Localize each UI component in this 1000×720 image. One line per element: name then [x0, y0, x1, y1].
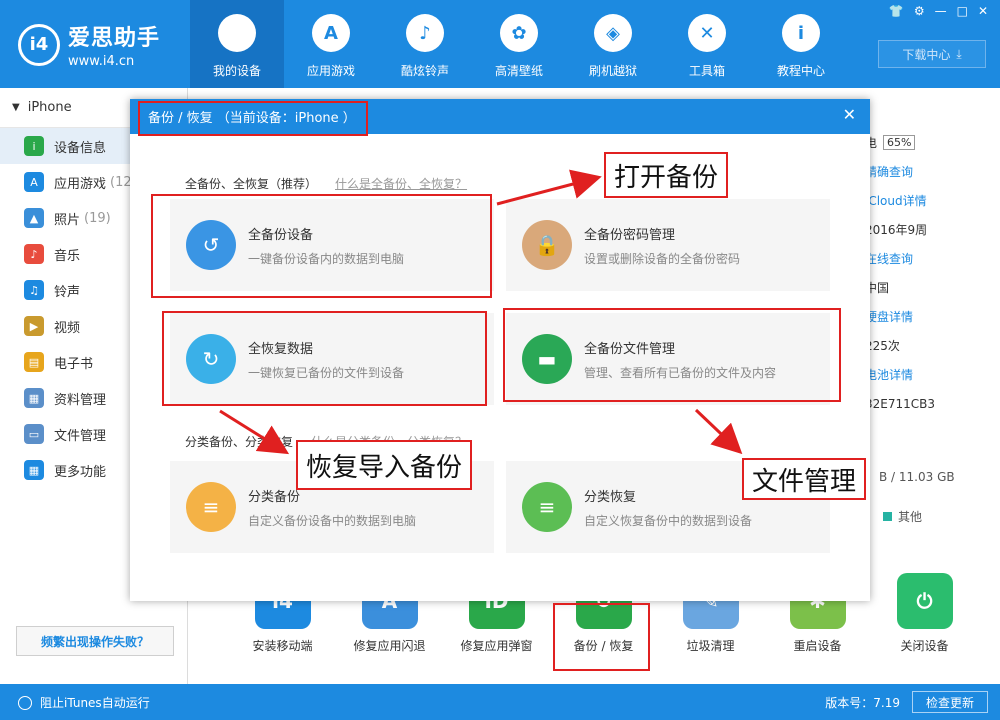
legend-swatch: [883, 512, 892, 521]
tool-button[interactable]: ⏻ 关闭设备: [871, 573, 978, 654]
annotation-box-full-restore: [162, 311, 487, 406]
sidebar-item-icon: ▦: [24, 460, 44, 480]
flower-icon: ✿: [500, 14, 538, 52]
sidebar-item-icon: ♫: [24, 280, 44, 300]
annotation-box-backup-tool: [553, 603, 650, 671]
nav-info[interactable]: i 教程中心: [754, 0, 848, 88]
category-backup-icon: ≡: [186, 482, 236, 532]
card-desc: 自定义恢复备份中的数据到设备: [584, 513, 753, 528]
annotation-restore-import: 恢复导入备份: [296, 440, 473, 490]
check-update-button[interactable]: 检查更新: [912, 691, 988, 713]
box-icon: ◈: [594, 14, 632, 52]
storage-text: B / 11.03 GB: [879, 470, 955, 484]
info-row-value[interactable]: 电池详情: [865, 366, 913, 383]
close-icon[interactable]: ✕: [978, 4, 988, 18]
bell-icon: ♪: [406, 14, 444, 52]
download-icon: ⤓: [956, 46, 962, 61]
apple-icon: [218, 14, 256, 52]
sidebar-item-icon: ▤: [24, 352, 44, 372]
info-row: 电池详情: [865, 360, 983, 389]
block-itunes-toggle[interactable]: 阻止iTunes自动运行: [18, 694, 150, 711]
battery-badge: 65%: [883, 135, 916, 150]
device-info-panel: 电 65% 精确查询 iCloud详情 2016年9周 在线查询中国硬盘详情 225次电…: [865, 128, 983, 418]
info-row-value: 225次: [865, 339, 900, 353]
radio-circle-icon: [18, 695, 32, 710]
info-row-value: 2016年9周: [865, 223, 928, 237]
lock-icon: 🔒: [522, 220, 572, 270]
nav-app-store[interactable]: A 应用游戏: [284, 0, 378, 88]
annotation-open-backup: 打开备份: [604, 152, 729, 198]
app-name: 爱思助手: [68, 26, 161, 51]
app-url: www.i4.cn: [68, 54, 135, 69]
info-row-value[interactable]: 硬盘详情: [865, 308, 913, 325]
info-row: iCloud详情: [865, 186, 983, 215]
shirt-icon[interactable]: 👕: [889, 4, 904, 18]
card-desc: 自定义备份设备中的数据到电脑: [248, 513, 417, 528]
tool-icon: ⏻: [896, 573, 953, 629]
main-nav: 我的设备 A 应用游戏 ♪ 酷炫铃声 ✿ 高清壁纸 ◈ 刷机越狱 ✕ 工具箱 i 教程中心: [190, 0, 848, 88]
card-title: 全备份密码管理: [584, 227, 676, 243]
nav-apple[interactable]: 我的设备: [190, 0, 284, 88]
card-title: 分类恢复: [584, 489, 637, 505]
sidebar-item-icon: ▶: [24, 316, 44, 336]
info-row: 精确查询: [865, 157, 983, 186]
info-row: 225次: [865, 331, 983, 360]
maximize-icon[interactable]: □: [957, 4, 968, 18]
annotation-box-file-manage: [503, 308, 841, 402]
battery-row: 电 65%: [865, 128, 983, 157]
card-desc: 设置或删除设备的全备份密码: [584, 251, 741, 266]
dialog-close-icon[interactable]: ✕: [843, 105, 856, 124]
tools-icon: ✕: [688, 14, 726, 52]
info-row: 32E711CB3: [865, 389, 983, 418]
full-backup-section-title: 全备份、全恢复（推荐） 什么是全备份、全恢复？: [185, 175, 468, 192]
category-restore-icon: ≡: [522, 482, 572, 532]
storage-legend: 其他: [883, 508, 922, 525]
status-bar: 阻止iTunes自动运行 版本号：7.19 检查更新: [0, 684, 1000, 720]
annotation-box-title: [138, 101, 368, 136]
logo-badge: i4: [18, 23, 60, 66]
download-center-button[interactable]: 下载中心 ⤓: [878, 40, 986, 68]
nav-flower[interactable]: ✿ 高清壁纸: [472, 0, 566, 88]
caret-down-icon: ▼: [12, 102, 20, 113]
version-label: 版本号：7.19: [825, 696, 900, 710]
info-row: 2016年9周: [865, 215, 983, 244]
info-row: 在线查询: [865, 244, 983, 273]
annotation-file-manage: 文件管理: [742, 458, 867, 500]
info-row-value: 32E711CB3: [865, 396, 936, 411]
info-row-value[interactable]: 在线查询: [865, 250, 913, 267]
info-icon: i: [782, 14, 820, 52]
operation-fail-help-button[interactable]: 频繁出现操作失败？: [16, 626, 174, 656]
sidebar-item-icon: ♪: [24, 244, 44, 264]
sidebar-item-icon: ▲: [24, 208, 44, 228]
gear-icon[interactable]: ⚙: [914, 4, 925, 18]
full-backup-help-link[interactable]: 什么是全备份、全恢复？: [335, 175, 467, 192]
info-row: 硬盘详情: [865, 302, 983, 331]
info-row-value[interactable]: 精确查询: [865, 163, 913, 180]
annotation-box-full-backup: [151, 194, 492, 298]
nav-box[interactable]: ◈ 刷机越狱: [566, 0, 660, 88]
window-controls: 👕 ⚙ — □ ✕: [889, 4, 988, 18]
app-logo: i4 爱思助手 www.i4.cn: [18, 20, 160, 69]
backup-option-card[interactable]: 🔒 全备份密码管理设置或删除设备的全备份密码: [506, 199, 830, 291]
info-row: 中国: [865, 273, 983, 302]
top-bar: i4 爱思助手 www.i4.cn 我的设备 A 应用游戏 ♪ 酷炫铃声 ✿ 高清壁纸 ◈ 刷机…: [0, 0, 1000, 88]
app-store-icon: A: [312, 14, 350, 52]
sidebar-item-icon: ▦: [24, 388, 44, 408]
sidebar-item-icon: i: [24, 136, 44, 156]
minimize-icon[interactable]: —: [935, 4, 947, 18]
sidebar-item-icon: ▭: [24, 424, 44, 444]
nav-bell[interactable]: ♪ 酷炫铃声: [378, 0, 472, 88]
info-row-value[interactable]: iCloud详情: [865, 192, 927, 209]
sidebar-item-icon: A: [24, 172, 44, 192]
nav-tools[interactable]: ✕ 工具箱: [660, 0, 754, 88]
